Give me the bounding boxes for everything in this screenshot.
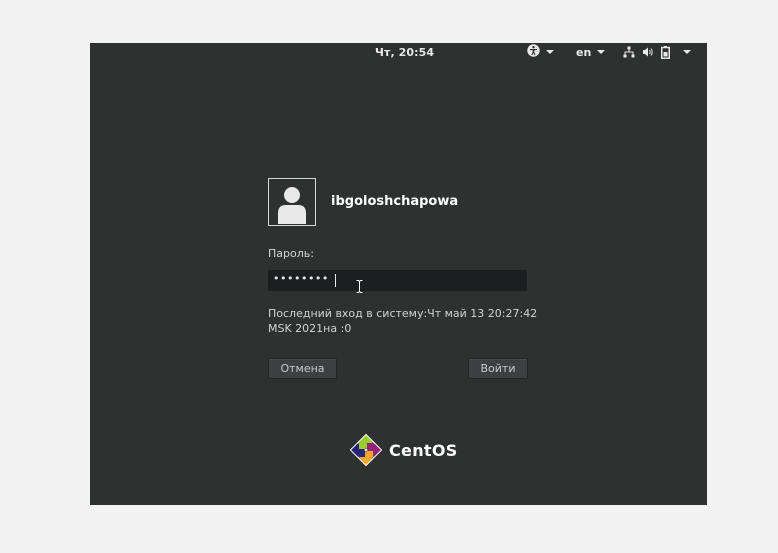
volume-icon [642,46,654,58]
top-bar: Чт, 20:54 en [90,43,707,62]
password-field[interactable]: •••••••• [268,270,527,291]
text-cursor [335,274,336,287]
accessibility-menu[interactable] [527,44,554,60]
last-login-line: MSK 2021на :0 [268,322,352,335]
centos-logo: CentOS [349,433,458,467]
centos-wordmark: CentOS [389,440,458,460]
clock[interactable]: Чт, 20:54 [375,46,434,59]
chevron-down-icon [546,50,554,54]
cancel-button[interactable]: Отмена [268,358,337,379]
avatar [268,178,316,226]
accessibility-icon [527,44,540,60]
username: ibgoloshchapowa [331,194,459,209]
language-label: en [576,45,592,59]
last-login-line: Последний вход в систему:Чт май 13 20:27… [268,307,538,320]
login-button[interactable]: Войти [468,358,528,379]
user-icon [278,187,306,224]
password-label: Пароль: [268,247,314,260]
centos-logo-icon [349,433,383,467]
system-status-menu[interactable] [623,45,691,59]
login-screen: Чт, 20:54 en ibgoloshchapowa Пароль: •••… [90,43,707,505]
last-login-message: Последний вход в систему:Чт май 13 20:27… [268,306,538,336]
language-menu[interactable]: en [576,45,606,59]
password-value: •••••••• [273,272,329,285]
chevron-down-icon [597,50,606,54]
mouse-ibeam-cursor-icon [356,278,363,297]
network-icon [623,46,635,58]
chevron-down-icon [683,50,691,54]
battery-icon [661,45,670,59]
